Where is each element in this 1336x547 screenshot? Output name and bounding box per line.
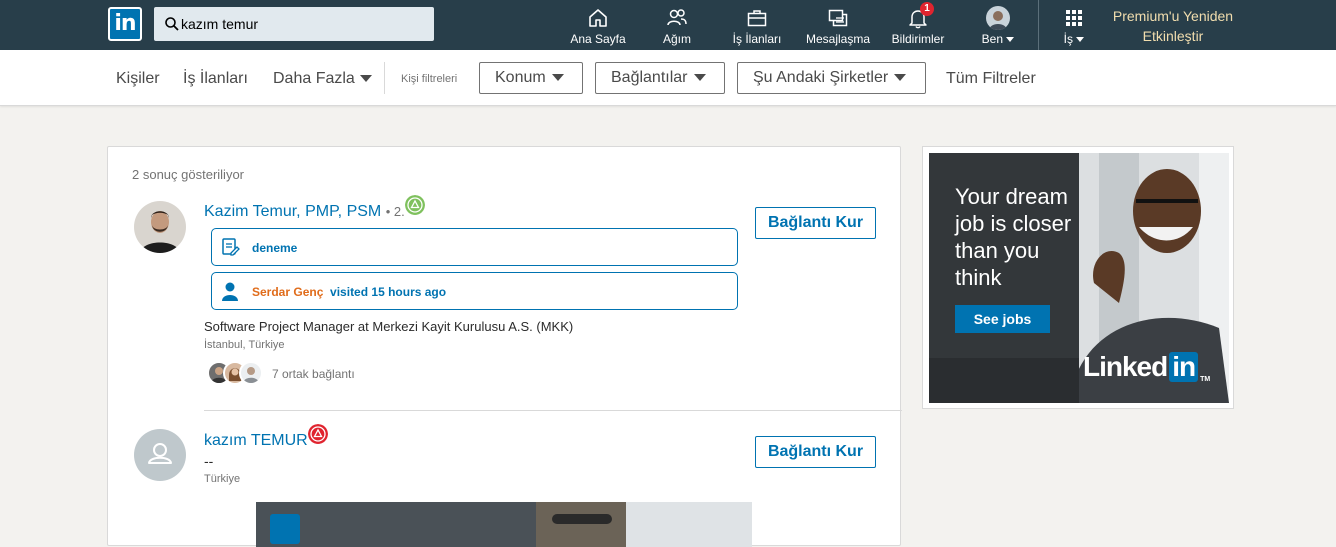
linkedin-logo[interactable]: in — [108, 7, 142, 41]
result-name-link[interactable]: Kazim Temur, PMP, PSM — [204, 203, 381, 220]
chevron-down-icon — [1006, 37, 1015, 43]
profile-visit-insight[interactable]: Serdar Genç visited 15 hours ago — [211, 272, 738, 310]
chevron-down-icon — [693, 74, 706, 82]
notification-count-badge: 1 — [920, 2, 934, 16]
result-avatar[interactable] — [134, 201, 186, 253]
see-jobs-button[interactable]: See jobs — [955, 305, 1050, 333]
people-icon — [667, 9, 687, 26]
premium-reactivate-link[interactable]: Premium'u Yeniden Etkinleştir — [1100, 6, 1246, 46]
nav-jobs[interactable]: İş İlanları — [724, 0, 790, 50]
all-filters-button[interactable]: Tüm Filtreler — [946, 70, 1036, 88]
nav-work-label: İş — [1058, 32, 1090, 46]
connections-filter-button[interactable]: Bağlantılar — [595, 62, 725, 94]
result-divider — [204, 410, 902, 411]
person-icon — [222, 282, 238, 301]
chevron-down-icon — [894, 74, 907, 82]
shared-connection-avatar — [239, 361, 263, 385]
result-location: Türkiye — [204, 473, 241, 485]
search-filter-bar: Kişiler İş İlanları Daha Fazla Kişi filt… — [0, 50, 1336, 106]
chevron-down-icon — [551, 74, 564, 82]
chevron-down-icon — [359, 75, 372, 83]
search-box[interactable] — [154, 7, 434, 41]
connect-button[interactable]: Bağlantı Kur — [755, 436, 876, 468]
result-name-row: kazım TEMUR — [204, 432, 308, 450]
home-icon — [589, 9, 607, 27]
filter-people-tab[interactable]: Kişiler — [116, 70, 160, 88]
result-name-link[interactable]: kazım TEMUR — [204, 432, 308, 449]
premium-line-1: Premium'u Yeniden — [1112, 8, 1234, 24]
current-companies-filter-button[interactable]: Şu Andaki Şirketler — [737, 62, 926, 94]
status-icon — [308, 424, 328, 444]
note-text: deneme — [252, 241, 298, 255]
grid-icon — [1066, 10, 1082, 26]
nav-home-label: Ana Sayfa — [570, 32, 626, 46]
nav-notifications-label: Bildirimler — [891, 32, 945, 46]
chevron-down-icon — [1076, 37, 1085, 43]
nav-home[interactable]: Ana Sayfa — [562, 0, 634, 50]
note-icon — [222, 238, 240, 256]
ad-headline: Your dream job is closer than you think — [955, 184, 1072, 290]
ad-image: Your dream job is closer than you think … — [929, 153, 1229, 403]
search-input[interactable] — [181, 7, 426, 41]
nav-network[interactable]: Ağım — [648, 0, 706, 50]
open-profile-icon — [405, 195, 425, 215]
profile-avatar — [986, 6, 1010, 30]
nav-messaging-label: Mesajlaşma — [805, 32, 871, 46]
connect-button[interactable]: Bağlantı Kur — [755, 207, 876, 239]
visit-text: Serdar Genç visited 15 hours ago — [252, 285, 447, 299]
result-avatar-placeholder[interactable] — [134, 429, 186, 481]
shared-connections-avatars[interactable] — [207, 361, 267, 387]
result-headline: -- — [204, 453, 214, 469]
briefcase-icon — [747, 10, 767, 27]
premium-line-2: Etkinleştir — [1142, 28, 1204, 44]
results-count: 2 sonuç gösteriliyor — [132, 167, 244, 182]
filter-more-dropdown[interactable]: Daha Fazla — [273, 70, 372, 88]
nav-jobs-label: İş İlanları — [732, 32, 782, 46]
people-filters-label: Kişi filtreleri — [401, 73, 458, 85]
shared-connections-link[interactable]: 7 ortak bağlantı — [272, 367, 355, 381]
search-icon — [165, 17, 179, 31]
result-name-row: Kazim Temur, PMP, PSM • 2. — [204, 203, 405, 221]
nav-me-label: Ben — [972, 32, 1024, 46]
nav-network-label: Ağım — [662, 32, 691, 46]
nav-me[interactable]: Ben — [972, 0, 1024, 50]
promo-banner-image[interactable] — [256, 502, 752, 547]
search-results-card: 2 sonuç gösteriliyor Kazim Temur, PMP, P… — [107, 146, 902, 547]
result-headline: Software Project Manager at Merkezi Kayi… — [204, 319, 574, 334]
advertisement[interactable]: Your dream job is closer than you think … — [922, 146, 1234, 409]
location-filter-button[interactable]: Konum — [479, 62, 583, 94]
visitor-name-link[interactable]: Serdar Genç — [252, 285, 323, 299]
note-insight[interactable]: deneme — [211, 228, 738, 266]
connection-degree: • 2. — [385, 204, 405, 219]
nav-work[interactable]: İş — [1058, 0, 1090, 50]
filter-divider — [384, 62, 385, 94]
linkedin-wordmark-logo: Linked in TM — [1083, 351, 1211, 383]
messaging-icon — [828, 9, 848, 27]
result-location: İstanbul, Türkiye — [204, 339, 285, 351]
nav-divider — [1038, 0, 1039, 50]
filter-jobs-tab[interactable]: İş İlanları — [183, 70, 248, 88]
nav-messaging[interactable]: Mesajlaşma — [804, 0, 872, 50]
global-nav: in Ana Sayfa Ağım İş İlanları Mesajlaşma… — [0, 0, 1336, 50]
nav-notifications[interactable]: 1 Bildirimler — [886, 0, 950, 50]
